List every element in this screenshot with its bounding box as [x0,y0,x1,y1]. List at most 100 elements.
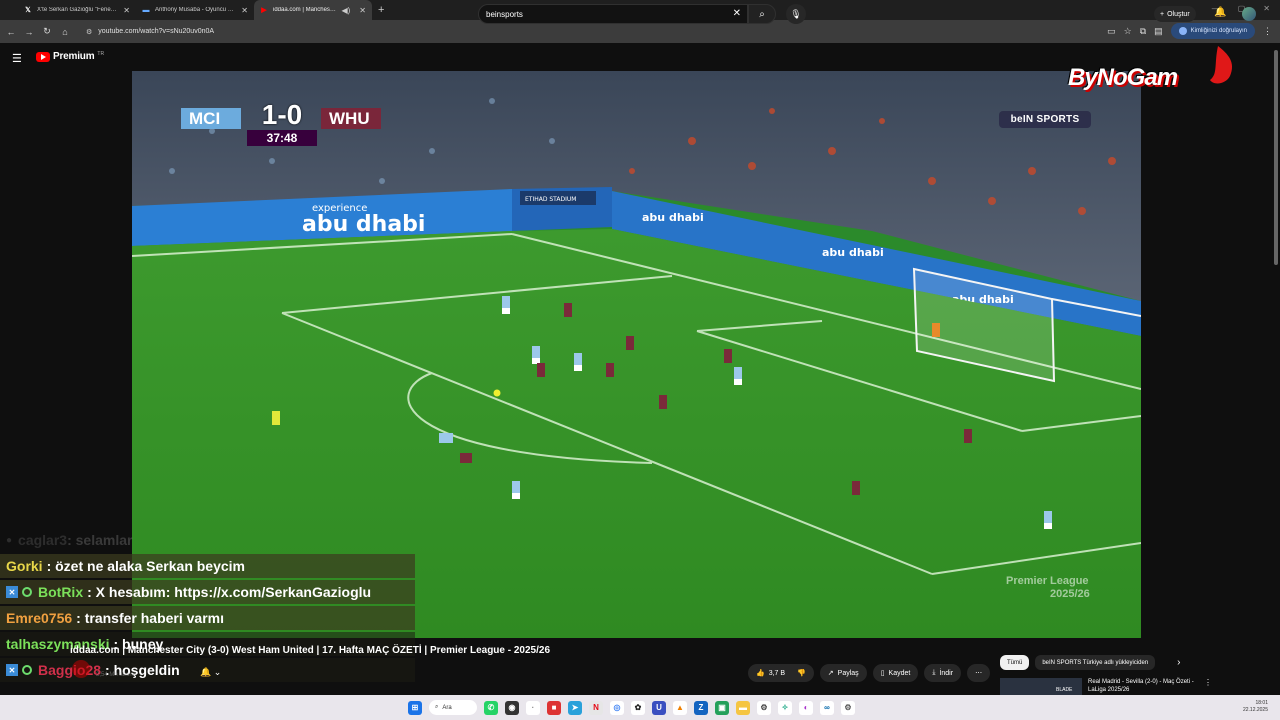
chat-message: ● caglar3 : selamlar [0,528,132,552]
close-icon[interactable]: ✕ [359,6,366,15]
profile-button[interactable]: Kimliğinizi doğrulayın [1170,23,1255,39]
channel-info[interactable]: 2,54 Mn abone [72,660,136,678]
chip-all[interactable]: Tümü [1000,655,1030,670]
create-button[interactable]: + Oluştur [1154,6,1196,22]
install-icon[interactable]: ▭ [1107,26,1116,37]
chevron-right-icon[interactable]: › [1177,657,1180,668]
recommended-thumbnail[interactable]: BLADE [1000,678,1082,696]
flame-logo-icon [1210,46,1233,84]
x-logo-icon: 𝕏 [25,7,31,14]
windows-start-icon[interactable]: ⊞ [408,700,422,715]
folder-icon[interactable]: ▬ [736,700,750,715]
chip-uploader[interactable]: beIN SPORTS Türkiye adlı yükleyiciden [1035,655,1156,670]
app-icon[interactable]: ⚙ [841,700,855,715]
cast-icon[interactable]: ▤ [1154,26,1163,37]
video-title: iddaa.com | Manchester City (3-0) West H… [70,645,551,656]
chat-message: Emre0756 : transfer haberi varmı [0,606,415,630]
chat-message: Gorki : özet ne alaka Serkan beycim [0,554,415,578]
like-button[interactable]: 👍 3,7 B 👎 [748,664,814,682]
system-clock[interactable]: 18:01 22.12.2025 [1243,700,1268,714]
page-scrollbar[interactable] [1274,50,1278,265]
subscribe-bell-icon[interactable]: 🔔 ⌄ [200,667,221,678]
chat-text: : transfer haberi varmı [76,610,225,626]
account-avatar[interactable] [1242,7,1256,21]
notifications-icon[interactable]: 🔔 [1214,7,1226,18]
shield-icon[interactable]: U [652,700,666,715]
bookmark-star-icon[interactable]: ☆ [1124,26,1132,37]
more-dots-icon[interactable]: ⋮ [1204,678,1212,696]
record-icon[interactable]: ■ [547,700,561,715]
away-team-abbr: WHU [321,108,381,129]
youtube-logo[interactable]: Premium TR [36,51,104,62]
taskbar-search[interactable]: ⌕ Ara [429,700,477,715]
recommended-video[interactable]: BLADE Real Madrid - Sevilla (2-0) - Maç … [1000,678,1212,696]
home-icon[interactable]: ⌂ [56,27,74,37]
tab-title: X'te Serkan Gazioğlu "Fenerbahçe [37,7,118,13]
netflix-icon[interactable]: N [589,700,603,715]
reload-icon[interactable]: ↻ [38,26,56,37]
browser-tab[interactable]: 𝕏 X'te Serkan Gazioğlu "Fenerbahçe ✕ [18,0,136,20]
url-field[interactable]: ⚙ youtube.com/watch?v=sNu20uv0n0A [80,23,1090,40]
new-tab-button[interactable]: + [378,4,384,16]
tab-title: Anthony Musaba - Oyuncu profil [155,7,237,13]
clock-date: 22.12.2025 [1242,707,1268,713]
back-icon[interactable]: ← [2,27,20,37]
telegram-icon[interactable]: ➤ [568,700,582,715]
search-icon: ⌕ [759,8,765,20]
chat-username: Emre0756 [6,610,73,626]
search-value: beinsports [486,9,523,19]
taskbar-search-label: Ara [442,704,452,711]
url-text: youtube.com/watch?v=sNu20uv0n0A [98,28,215,35]
share-button[interactable]: ↗ Paylaş [819,664,867,682]
speaker-icon[interactable]: ◀) [341,6,350,15]
search-input[interactable]: beinsports ✕ [478,4,748,24]
close-icon[interactable]: ✕ [123,6,130,15]
verified-icon [22,587,32,597]
close-icon[interactable]: ✕ [241,6,248,15]
menu-dots-icon[interactable]: ⋮ [1263,26,1272,37]
download-icon: ⤓ [932,669,936,676]
whatsapp-icon[interactable]: ✆ [484,700,498,715]
thumbs-up-icon: 👍 [756,670,765,677]
download-button[interactable]: ⤓ İndir [924,664,962,682]
site-info-icon[interactable]: ⚙ [86,28,92,36]
browser-tab[interactable]: ▬ Anthony Musaba - Oyuncu profil ✕ [136,0,254,20]
vlc-icon[interactable]: ▲ [673,700,687,715]
clock-time: 18:01 [1255,700,1268,706]
app-icon[interactable]: ◐ [799,700,813,715]
create-label: Oluştur [1167,10,1190,18]
youtube-icon: ▶ [261,7,267,14]
extensions-icon[interactable]: ⧉ [1140,26,1146,37]
app-icon[interactable]: ▣ [715,700,729,715]
app-icon[interactable]: Z [694,700,708,715]
chrome-icon[interactable]: ◎ [610,700,624,715]
search-button[interactable]: ⌕ [748,4,776,24]
openai-icon[interactable]: ✿ [631,700,645,715]
app-icon[interactable]: ⚙ [757,700,771,715]
close-window-icon[interactable]: ✕ [1263,4,1270,13]
app-icon[interactable]: · [526,700,540,715]
chat-username: BotRix [38,584,84,600]
app-icon[interactable]: ∞ [820,700,834,715]
more-actions-button[interactable]: ⋯ [967,664,991,682]
clear-search-icon[interactable]: ✕ [733,8,741,19]
share-icon: ↗ [827,670,834,677]
channel-avatar[interactable] [72,660,90,678]
board-text-3: abu dhabi [822,246,884,259]
youtube-play-icon [36,51,50,62]
video-player[interactable]: experience abu dhabi abu dhabi abu dhabi… [132,71,1141,638]
app-icon[interactable]: ◉ [505,700,519,715]
video-actions: 👍 3,7 B 👎 ↗ Paylaş ▯ Kaydet ⤓ İndir ⋯ [748,664,991,682]
bot-badge-icon: ✕ [6,586,18,598]
logo-region: TR [97,50,105,57]
voice-search-button[interactable]: 🎙 [786,4,806,24]
more-dots-icon: ⋯ [975,670,983,677]
profile-avatar-icon [1178,27,1187,35]
board-text: abu dhabi [302,212,425,237]
forward-icon[interactable]: → [20,27,38,37]
save-button[interactable]: ▯ Kaydet [872,664,919,682]
thumbs-down-icon[interactable]: 👎 [797,669,806,677]
hamburger-menu-icon[interactable]: ☰ [12,52,22,65]
browser-tab-active[interactable]: ▶ iddaa.com | Manchester City ◀) ✕ [254,0,372,20]
app-icon[interactable]: ✧ [778,700,792,715]
